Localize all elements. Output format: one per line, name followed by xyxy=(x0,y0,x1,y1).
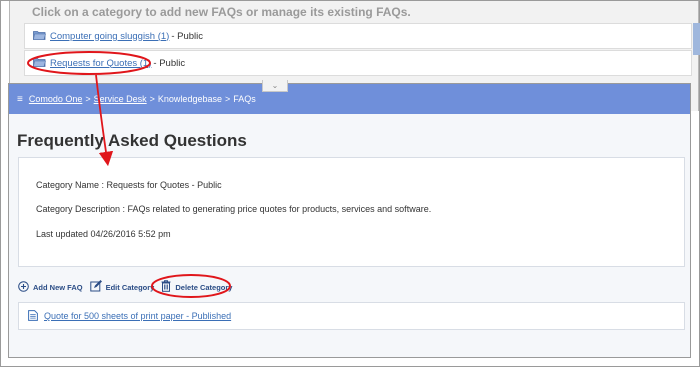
last-updated: Last updated 04/26/2016 5:52 pm xyxy=(36,229,171,239)
action-bar: Add New FAQ Edit Category Delete Categor… xyxy=(18,280,239,294)
instruction-text: Click on a category to add new FAQs or m… xyxy=(32,5,411,19)
category-link[interactable]: Requests for Quotes (1) xyxy=(50,58,151,69)
menu-icon[interactable]: ≡ xyxy=(17,94,23,105)
category-link[interactable]: Computer going sluggish (1) xyxy=(50,31,169,42)
breadcrumb-item-knowledgebase: Knowledgebase xyxy=(157,94,222,104)
breadcrumb-separator: > xyxy=(85,94,91,104)
delete-category-label: Delete Category xyxy=(175,282,233,292)
collapse-toggle[interactable]: ⌄ xyxy=(262,80,288,92)
category-row[interactable]: Requests for Quotes (1) - Public xyxy=(24,50,692,76)
side-tab xyxy=(693,23,700,55)
delete-category-button[interactable]: Delete Category xyxy=(161,280,232,294)
add-faq-button[interactable]: Add New FAQ xyxy=(18,280,83,294)
faq-link[interactable]: Quote for 500 sheets of print paper - Pu… xyxy=(44,311,231,321)
category-detail-panel: ≡ Comodo One > Service Desk > Knowledgeb… xyxy=(8,80,691,358)
edit-category-label: Edit Category xyxy=(105,282,155,292)
category-visibility: - Public xyxy=(153,57,186,69)
edit-category-button[interactable]: Edit Category xyxy=(89,280,155,294)
breadcrumb-separator: > xyxy=(224,94,231,104)
breadcrumb-item-service-desk[interactable]: Service Desk xyxy=(94,94,147,104)
chevron-down-icon: ⌄ xyxy=(271,81,279,90)
add-faq-label: Add New FAQ xyxy=(33,282,83,292)
breadcrumb: ≡ Comodo One > Service Desk > Knowledgeb… xyxy=(9,84,690,114)
folder-icon xyxy=(33,57,46,70)
breadcrumb-item-faqs: FAQs xyxy=(233,94,256,104)
plus-circle-icon xyxy=(18,280,33,294)
category-description: Category Description : FAQs related to g… xyxy=(36,204,432,214)
screenshot-frame: Click on a category to add new FAQs or m… xyxy=(0,0,700,367)
edit-icon xyxy=(89,280,106,294)
faq-list-item[interactable]: Quote for 500 sheets of print paper - Pu… xyxy=(18,302,685,330)
document-icon xyxy=(28,309,38,323)
category-row[interactable]: Computer going sluggish (1) - Public xyxy=(24,23,692,49)
category-name: Category Name : Requests for Quotes - Pu… xyxy=(36,180,222,190)
folder-icon xyxy=(33,30,46,43)
trash-icon xyxy=(161,280,175,294)
category-visibility: - Public xyxy=(171,30,204,42)
breadcrumb-separator: > xyxy=(149,94,155,104)
page-title: Frequently Asked Questions xyxy=(17,131,247,150)
category-info-card: Category Name : Requests for Quotes - Pu… xyxy=(18,157,685,267)
breadcrumb-item-comodo-one[interactable]: Comodo One xyxy=(29,94,83,104)
